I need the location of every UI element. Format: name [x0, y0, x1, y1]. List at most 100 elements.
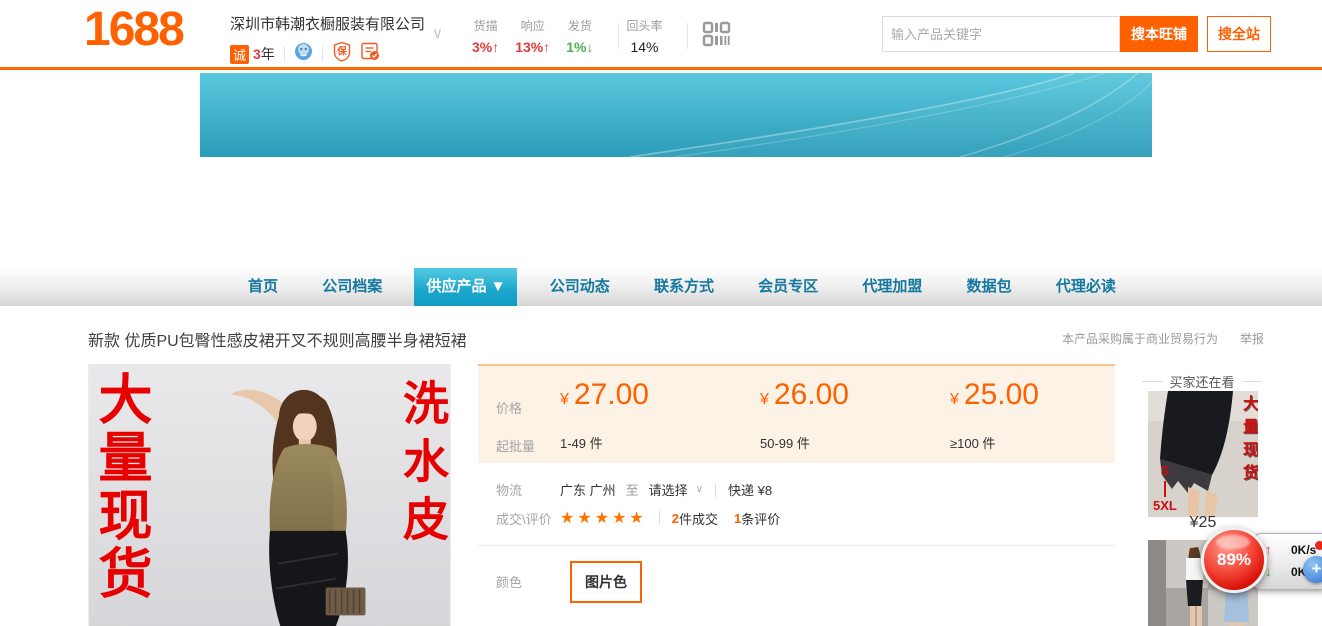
image-overlay-text-left: 大量现货: [93, 371, 147, 603]
review-count-suffix[interactable]: 条评价: [741, 509, 780, 528]
stat-value: 13%↑: [515, 39, 550, 55]
size-bottom: 5XL: [1153, 499, 1177, 513]
svg-text:保: 保: [336, 46, 347, 58]
nav-items: 首页 公司档案 供应产品 ▼ 公司动态 联系方式 会员专区 代理加盟 数据包 代…: [236, 268, 1128, 306]
price-box: 价格 ¥27.00 ¥26.00 ¥25.00 起批量 1-49 件 50-99…: [478, 364, 1115, 463]
stat-label: 货描: [472, 17, 499, 34]
divider: [618, 23, 619, 49]
logistics-origin: 广东 广州: [560, 480, 616, 499]
price-tier-1: ¥27.00: [560, 378, 649, 412]
upload-speed-value: 0K/s: [1291, 543, 1316, 557]
page: 1688 深圳市韩潮衣橱服装有限公司 诚 3年 保 ∨: [0, 0, 1322, 626]
nav-item-company-profile[interactable]: 公司档案: [310, 268, 394, 306]
price-value: 25.00: [964, 378, 1039, 411]
divider: [715, 483, 716, 497]
shop-stats: 货描 3%↑ 响应 13%↑ 发货 1%↓ 回头率 14%: [472, 16, 732, 56]
shop-qr-icon[interactable]: [702, 19, 732, 54]
deals-content: ★★★★★ 2 件成交 1 条评价: [560, 508, 796, 528]
company-name[interactable]: 深圳市韩潮衣橱服装有限公司: [230, 13, 425, 34]
logistics-label: 物流: [478, 480, 560, 499]
divider: [659, 511, 660, 525]
price-label: 价格: [496, 398, 522, 417]
search-input[interactable]: [882, 16, 1120, 52]
nav-item-company-news[interactable]: 公司动态: [538, 268, 622, 306]
stat-label: 发货: [566, 17, 593, 34]
stat-value: 14%: [627, 39, 663, 55]
company-badges: 诚 3年 保: [230, 41, 425, 67]
sidebar-title-text: 买家还在看: [1170, 372, 1235, 391]
search-bar: 搜本旺铺 搜全站: [882, 16, 1271, 52]
stat-label: 回头率: [627, 17, 663, 34]
search-shop-button[interactable]: 搜本旺铺: [1120, 16, 1198, 52]
header: 1688 深圳市韩潮衣橱服装有限公司 诚 3年 保 ∨: [0, 0, 1322, 70]
logistics-content: 广东 广州 至 请选择 ∨ 快递 ¥8: [560, 480, 772, 499]
deal-count-suffix[interactable]: 件成交: [679, 509, 718, 528]
moq-label: 起批量: [496, 436, 535, 455]
trade-note-row: 本产品采购属于商业贸易行为 举报: [1062, 330, 1264, 347]
nav-item-member-zone[interactable]: 会员专区: [746, 268, 830, 306]
nav-item-agent-readme[interactable]: 代理必读: [1044, 268, 1128, 306]
divider: [478, 545, 1115, 546]
site-logo[interactable]: 1688: [84, 2, 183, 57]
product-main-image[interactable]: 大量现货 洗水皮: [88, 364, 451, 626]
company-dropdown-chevron-icon[interactable]: ∨: [432, 24, 443, 42]
size-top: S: [1153, 464, 1177, 478]
divider: [322, 46, 323, 62]
company-info: 深圳市韩潮衣橱服装有限公司 诚 3年 保: [230, 13, 425, 67]
color-label: 颜色: [496, 572, 522, 591]
credit-badge-icon[interactable]: 诚: [230, 45, 249, 64]
deals-row: 成交\评价 ★★★★★ 2 件成交 1 条评价: [478, 508, 1115, 528]
credit-years: 3年: [253, 44, 275, 64]
credit-years-unit: 年: [261, 46, 275, 62]
divider: [1242, 381, 1263, 382]
moq-tier-3: ≥100 件: [950, 433, 995, 452]
currency-symbol: ¥: [950, 391, 959, 408]
logistics-row: 物流 广东 广州 至 请选择 ∨ 快递 ¥8: [478, 480, 1115, 499]
price-tier-3: ¥25.00: [950, 378, 1039, 412]
guarantee-shield-icon[interactable]: 保: [332, 41, 352, 67]
up-arrow-icon: ↑: [1265, 542, 1279, 557]
nav-item-agent-join[interactable]: 代理加盟: [850, 268, 934, 306]
currency-symbol: ¥: [560, 391, 569, 408]
credit-years-number: 3: [253, 46, 261, 62]
divider: [687, 23, 688, 49]
destination-select[interactable]: 请选择: [649, 480, 688, 499]
moq-tier-2: 50-99 件: [760, 433, 810, 452]
shop-nav: 首页 公司档案 供应产品 ▼ 公司动态 联系方式 会员专区 代理加盟 数据包 代…: [0, 268, 1322, 306]
sidebar-size-range: S 5XL: [1153, 464, 1177, 513]
search-site-button[interactable]: 搜全站: [1207, 16, 1271, 52]
color-option-button[interactable]: 图片色: [570, 561, 642, 603]
contract-icon[interactable]: [360, 41, 381, 67]
sidebar-overlay-text: 大量现货: [1240, 395, 1256, 487]
price-value: 26.00: [774, 378, 849, 411]
trade-note: 本产品采购属于商业贸易行为: [1062, 330, 1218, 347]
divider: [284, 46, 285, 62]
stat-goods-desc: 货描 3%↑: [472, 17, 499, 55]
stat-shipping: 发货 1%↓: [566, 17, 593, 55]
upload-speed-row: ↑ 0K/s: [1265, 542, 1316, 557]
review-count: 1: [734, 511, 741, 526]
image-overlay-text-right: 洗水皮: [400, 379, 446, 553]
report-link[interactable]: 举报: [1240, 330, 1264, 347]
moq-tier-1: 1-49 件: [560, 433, 603, 452]
stat-value: 1%↓: [566, 39, 593, 55]
progress-badge[interactable]: 89%: [1201, 527, 1267, 593]
stat-return-rate: 回头率 14%: [627, 17, 663, 55]
price-value: 27.00: [574, 378, 649, 411]
nav-item-data-pack[interactable]: 数据包: [955, 268, 1024, 306]
deals-label: 成交\评价: [478, 509, 560, 528]
nav-item-products[interactable]: 供应产品 ▼: [414, 268, 517, 306]
wangwang-icon[interactable]: [294, 42, 313, 66]
nav-item-home[interactable]: 首页: [236, 268, 290, 306]
select-chevron-icon[interactable]: ∨: [696, 484, 703, 495]
down-arrow-icon: ↓: [1265, 564, 1279, 579]
price-tier-2: ¥26.00: [760, 378, 849, 412]
logistics-to: 至: [626, 480, 639, 499]
nav-item-contact[interactable]: 联系方式: [642, 268, 726, 306]
stat-label: 响应: [515, 17, 550, 34]
stat-value: 3%↑: [472, 39, 499, 55]
divider: [1142, 381, 1163, 382]
size-range-bar: [1164, 481, 1166, 497]
sidebar-product-1[interactable]: 大量现货 S 5XL: [1148, 391, 1258, 517]
currency-symbol: ¥: [760, 391, 769, 408]
